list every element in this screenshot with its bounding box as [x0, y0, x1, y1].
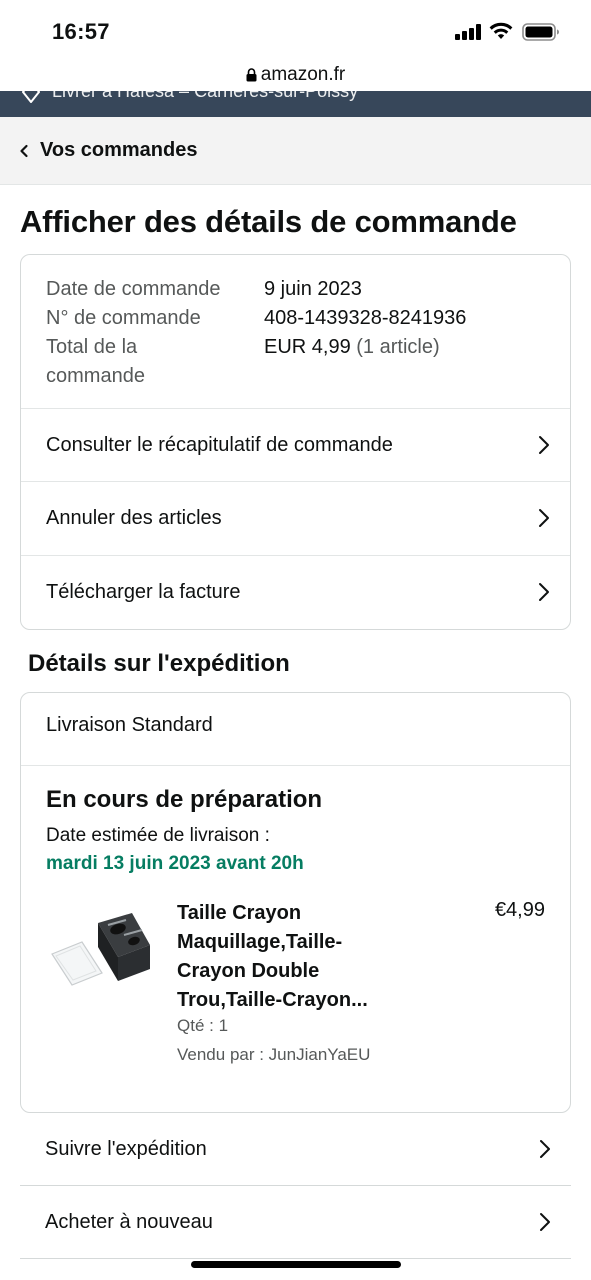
product-title-link[interactable]: Taille Crayon Maquillage,Taille-Crayon D… [177, 899, 407, 1015]
product-image[interactable] [46, 905, 156, 995]
estimated-delivery-label: Date estimée de livraison : [46, 825, 270, 846]
divider [21, 765, 570, 766]
download-invoice-link[interactable]: Télécharger la facture [21, 555, 570, 628]
view-order-summary-link[interactable]: Consulter le récapitulatif de commande [21, 408, 570, 481]
location-pin-icon [22, 91, 40, 103]
wifi-icon [489, 22, 513, 39]
order-total-label: Total de la commande [46, 333, 264, 391]
breadcrumb-back-to-orders[interactable]: Vos commandes [0, 117, 591, 185]
url-text: amazon.fr [260, 64, 346, 85]
order-number-value: 408-1439328-8241936 [264, 307, 467, 329]
download-invoice-label: Télécharger la facture [46, 580, 241, 603]
shipment-actions: Suivre l'expédition Acheter à nouveau [20, 1113, 571, 1259]
cancel-items-link[interactable]: Annuler des articles [21, 481, 570, 554]
status-time: 16:57 [52, 19, 110, 44]
lock-icon [246, 68, 257, 82]
order-total-row: Total de la commande EUR 4,99 (1 article… [46, 333, 546, 391]
order-number-row: N° de commande 408-1439328-8241936 [46, 304, 546, 333]
order-total-label-line2: commande [46, 365, 145, 387]
cancel-items-label: Annuler des articles [46, 506, 222, 529]
chevron-right-icon [539, 436, 549, 454]
home-indicator[interactable] [191, 1261, 401, 1268]
track-shipment-link[interactable]: Suivre l'expédition [20, 1113, 571, 1186]
chevron-right-icon [540, 1140, 550, 1158]
url-bar[interactable]: amazon.fr [0, 58, 591, 92]
product-price: €4,99 [494, 899, 545, 921]
cellular-signal-icon [455, 24, 481, 40]
order-item-count: (1 article) [356, 336, 440, 358]
order-total-label-line1: Total de la [46, 336, 138, 358]
chevron-right-icon [540, 1213, 550, 1231]
chevron-right-icon [539, 509, 549, 527]
page: 16:57 amazon.fr Livrer à Hafesa – Carriè… [0, 0, 591, 1280]
buy-again-label: Acheter à nouveau [45, 1210, 213, 1233]
order-date-row: Date de commande 9 juin 2023 [46, 275, 546, 304]
chevron-left-icon [20, 144, 28, 157]
page-title: Afficher des détails de commande [20, 204, 517, 239]
buy-again-link[interactable]: Acheter à nouveau [20, 1186, 571, 1259]
shipment-status: En cours de préparation [46, 786, 323, 813]
order-date-label: Date de commande [46, 278, 221, 300]
view-order-summary-label: Consulter le récapitulatif de commande [46, 433, 393, 456]
delivery-location-text: Livrer à Hafesa – Carrières-sur-Poissy [52, 91, 359, 101]
order-date-value: 9 juin 2023 [264, 278, 362, 300]
battery-icon [522, 23, 559, 41]
chevron-right-icon [539, 583, 549, 601]
breadcrumb-label: Vos commandes [40, 139, 198, 161]
order-summary-card: Date de commande 9 juin 2023 N° de comma… [20, 254, 571, 630]
order-number-label: N° de commande [46, 307, 201, 329]
shipment-card: Livraison Standard En cours de préparati… [20, 692, 571, 1113]
order-total-amount: EUR 4,99 [264, 336, 357, 358]
status-bar: 16:57 [0, 0, 591, 62]
track-shipment-label: Suivre l'expédition [45, 1137, 207, 1160]
delivery-location-bar[interactable]: Livrer à Hafesa – Carrières-sur-Poissy [0, 91, 591, 117]
shipping-section-title: Détails sur l'expédition [28, 650, 290, 677]
shipping-type: Livraison Standard [46, 714, 213, 736]
order-info: Date de commande 9 juin 2023 N° de comma… [46, 275, 546, 391]
order-total-value: EUR 4,99 (1 article) [264, 333, 440, 391]
estimated-delivery-date: mardi 13 juin 2023 avant 20h [46, 853, 304, 874]
product-seller: Vendu par : JunJianYaEU [177, 1045, 371, 1064]
product-quantity: Qté : 1 [177, 1016, 229, 1035]
